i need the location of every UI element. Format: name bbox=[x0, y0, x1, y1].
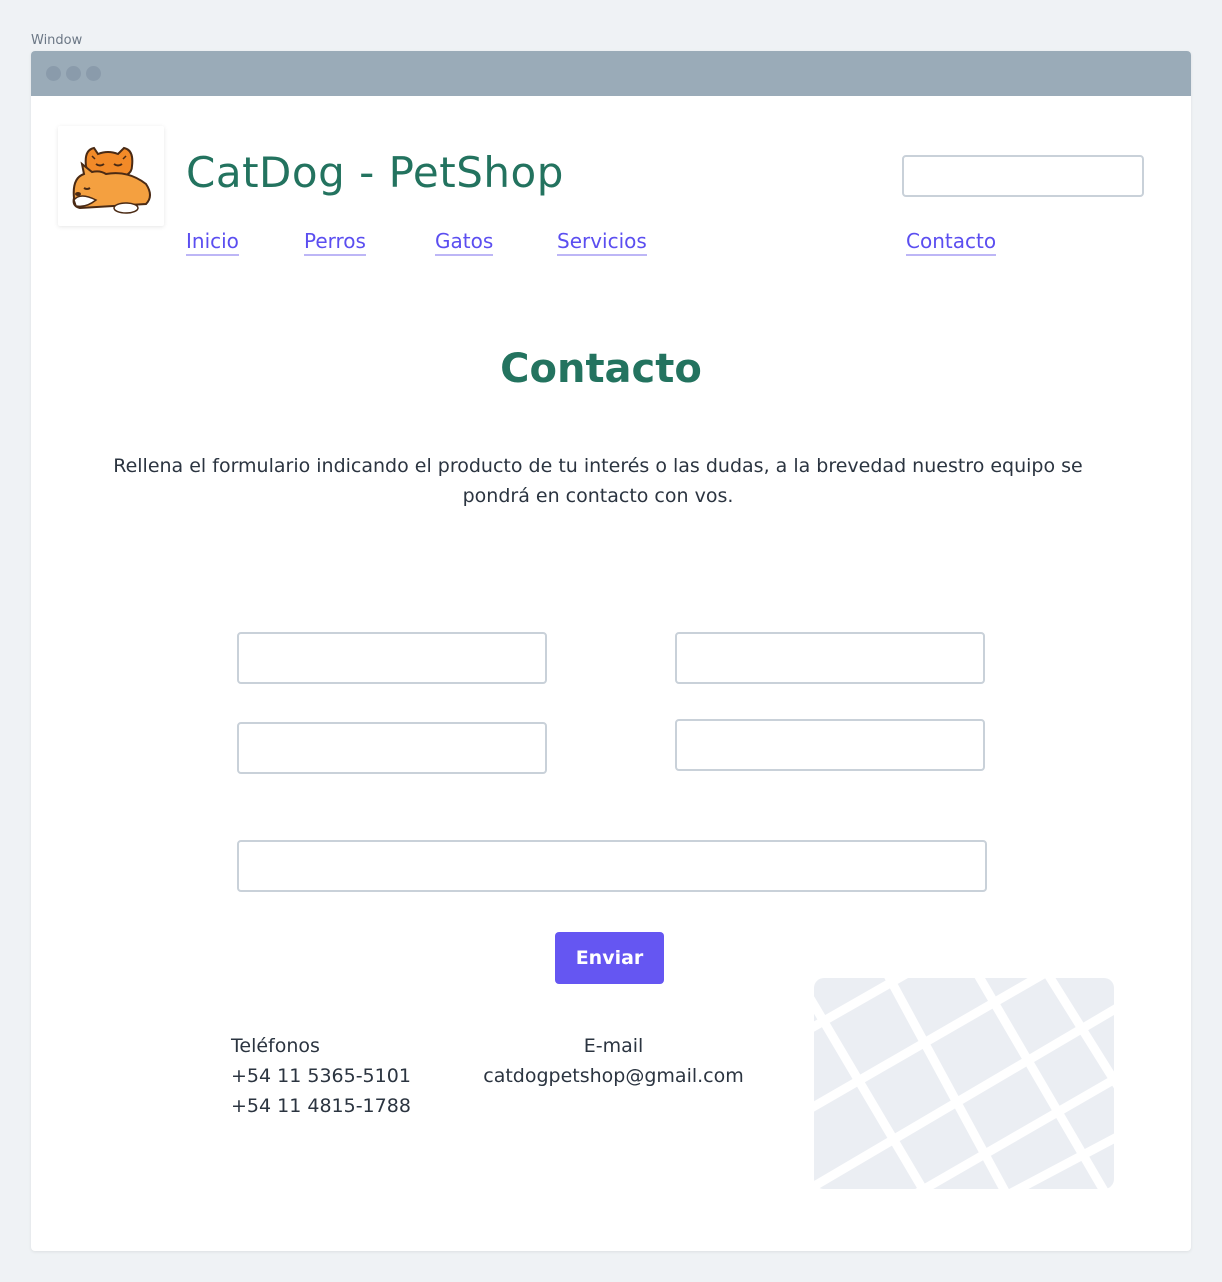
cat-dog-logo-icon bbox=[72, 146, 151, 214]
intro-text: Rellena el formulario indicando el produ… bbox=[113, 455, 1083, 507]
window-control-dot[interactable] bbox=[46, 66, 61, 81]
search-input[interactable] bbox=[902, 155, 1144, 197]
form-field-4[interactable] bbox=[675, 719, 985, 771]
page-title: Contacto bbox=[500, 346, 702, 392]
email-block: E-mail catdogpetshop@gmail.com bbox=[471, 1031, 756, 1091]
nav-link-servicios[interactable]: Servicios bbox=[557, 229, 647, 256]
phone-number: +54 11 4815-1788 bbox=[231, 1095, 411, 1117]
window-titlebar bbox=[31, 51, 1191, 96]
form-message-field[interactable] bbox=[237, 840, 987, 892]
email-label: E-mail bbox=[583, 1035, 644, 1057]
nav-link-perros[interactable]: Perros bbox=[304, 229, 366, 256]
browser-window: CatDog - PetShop Inicio Perros Gatos Ser… bbox=[31, 51, 1191, 1251]
phone-number: +54 11 5365-5101 bbox=[231, 1065, 411, 1087]
window-label: Window bbox=[31, 33, 83, 48]
map-placeholder[interactable] bbox=[814, 978, 1114, 1189]
form-field-3[interactable] bbox=[237, 722, 547, 774]
form-field-2[interactable] bbox=[675, 632, 985, 684]
window-control-dot[interactable] bbox=[86, 66, 101, 81]
phones-block: Teléfonos +54 11 5365-5101 +54 11 4815-1… bbox=[231, 1031, 411, 1121]
email-address[interactable]: catdogpetshop@gmail.com bbox=[471, 1061, 756, 1091]
nav-link-inicio[interactable]: Inicio bbox=[186, 229, 239, 256]
nav-link-gatos[interactable]: Gatos bbox=[435, 229, 494, 256]
site-title: CatDog - PetShop bbox=[186, 148, 564, 197]
site-logo[interactable] bbox=[58, 126, 164, 226]
send-button[interactable]: Enviar bbox=[555, 932, 664, 984]
map-placeholder-icon bbox=[814, 978, 1114, 1189]
window-control-dot[interactable] bbox=[66, 66, 81, 81]
phones-label: Teléfonos bbox=[231, 1035, 320, 1057]
form-field-1[interactable] bbox=[237, 632, 547, 684]
nav-link-contacto[interactable]: Contacto bbox=[906, 229, 997, 256]
